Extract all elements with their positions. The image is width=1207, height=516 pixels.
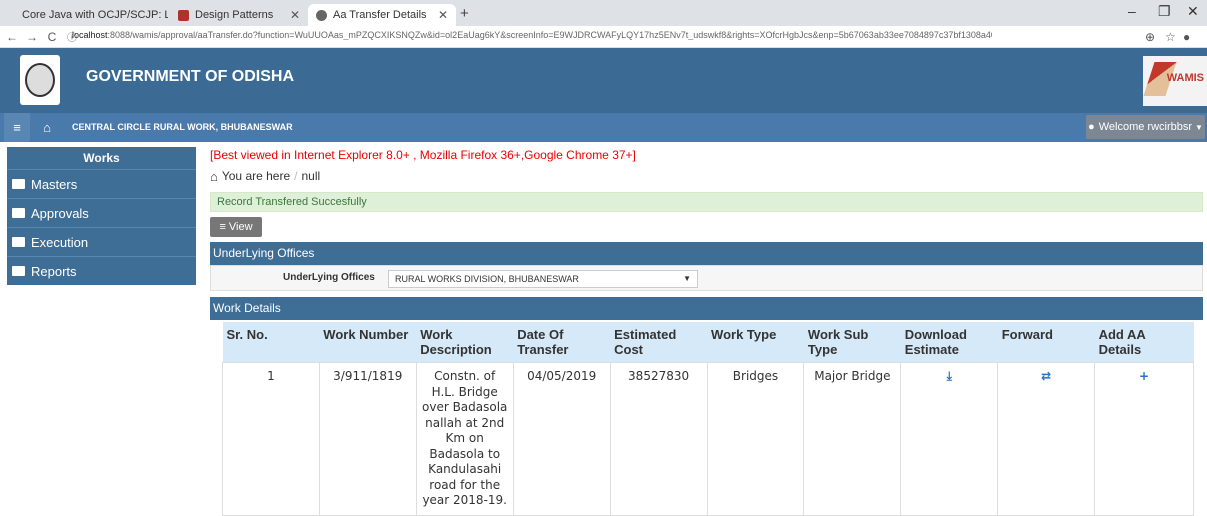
sidebar-item-reports[interactable]: Reports xyxy=(7,256,196,285)
sidebar-item-approvals[interactable]: Approvals xyxy=(7,198,196,227)
tab-title: Design Patterns xyxy=(195,9,274,21)
site-header: GOVERNMENT OF ODISHA WAMIS xyxy=(0,48,1207,113)
home-icon[interactable]: ⌂ xyxy=(34,113,60,142)
sidebar-item-label: Approvals xyxy=(31,205,89,221)
table-header-row: Sr. No. Work Number Work Description Dat… xyxy=(222,322,1194,363)
cell-sr-no: 1 xyxy=(222,362,320,516)
cell-work-type: Bridges xyxy=(706,362,805,516)
folder-icon xyxy=(12,237,25,247)
column-header: Download Estimate xyxy=(900,322,998,363)
folder-icon xyxy=(12,179,25,189)
odisha-emblem-logo xyxy=(20,55,60,105)
close-window-icon[interactable]: ✕ xyxy=(1187,3,1199,20)
cell-work-description: Constn. of H.L. Bridge over Badasola nal… xyxy=(415,362,514,516)
close-tab-icon[interactable]: ✕ xyxy=(438,8,448,22)
list-icon: ≡ xyxy=(219,221,226,233)
column-header: Work Sub Type xyxy=(803,322,901,363)
circle-name: CENTRAL CIRCLE RURAL WORK, BHUBANESWAR xyxy=(72,122,293,132)
sidebar-item-label: Masters xyxy=(31,176,78,192)
view-button[interactable]: ≡ View xyxy=(210,217,262,237)
design-patterns-favicon xyxy=(178,9,189,21)
menu-toggle-icon[interactable]: ≡ xyxy=(4,113,30,142)
work-details-table: Sr. No. Work Number Work Description Dat… xyxy=(222,322,1194,516)
forward-icon[interactable]: → xyxy=(24,30,40,44)
view-button-label: View xyxy=(228,221,253,233)
cell-work-number: 3/911/1819 xyxy=(318,362,417,516)
sidebar-item-masters[interactable]: Masters xyxy=(7,169,196,198)
site-title: GOVERNMENT OF ODISHA xyxy=(86,68,295,85)
profile-icon[interactable]: ● xyxy=(1183,30,1190,44)
underlying-offices-label: UnderLying Offices xyxy=(283,272,375,283)
sidebar-item-label: Execution xyxy=(31,234,89,250)
back-icon[interactable]: ← xyxy=(4,30,20,44)
cell-forward: ⇄ xyxy=(997,362,1096,516)
breadcrumb-separator: / xyxy=(294,169,298,183)
breadcrumb-current: null xyxy=(301,169,321,183)
cell-download-estimate: ⤓ xyxy=(900,362,999,516)
tab-title: Aa Transfer Details xyxy=(333,9,427,21)
top-navbar: ≡ ⌂ CENTRAL CIRCLE RURAL WORK, BHUBANESW… xyxy=(0,113,1207,142)
welcome-text: Welcome rwcirbbsr xyxy=(1098,121,1193,133)
column-header: Work Number xyxy=(319,322,417,363)
column-header: Work Description xyxy=(416,322,514,363)
breadcrumb: ⌂ You are here / null xyxy=(210,165,1203,187)
sidebar: Works Masters Approvals Execution Report… xyxy=(7,147,196,285)
underlying-offices-value: RURAL WORKS DIVISION, BHUBANESWAR xyxy=(395,274,579,284)
transfer-icon[interactable]: ⇄ xyxy=(1041,369,1051,383)
browser-tab-bar: Core Java with OCJP/SCJP: L ✕ Design Pat… xyxy=(0,0,1207,26)
cell-add-aa-details: + xyxy=(1094,362,1194,516)
minimize-icon[interactable]: – xyxy=(1128,3,1136,19)
user-icon: ● xyxy=(1088,121,1095,133)
download-icon[interactable]: ⤓ xyxy=(947,369,952,383)
cell-date-of-transfer: 04/05/2019 xyxy=(512,362,611,516)
column-header: Estimated Cost xyxy=(610,322,708,363)
home-icon: ⌂ xyxy=(210,168,218,184)
sidebar-item-label: Reports xyxy=(31,263,77,279)
cell-work-sub-type: Major Bridge xyxy=(803,362,902,516)
close-tab-icon[interactable]: ✕ xyxy=(290,8,300,22)
underlying-offices-panel-header: UnderLying Offices xyxy=(210,242,1203,265)
success-alert: Record Transfered Succesfully xyxy=(210,192,1203,212)
table-row: 1 3/911/1819 Constn. of H.L. Bridge over… xyxy=(222,362,1194,516)
star-icon[interactable]: ☆ xyxy=(1165,30,1176,44)
sidebar-item-execution[interactable]: Execution xyxy=(7,227,196,256)
work-details-panel-header: Work Details xyxy=(210,297,1203,320)
main-content: [Best viewed in Internet Explorer 8.0+ ,… xyxy=(210,147,1203,320)
folder-icon xyxy=(12,266,25,276)
reload-icon[interactable]: C xyxy=(44,30,60,44)
plus-icon[interactable]: + xyxy=(1139,369,1149,383)
globe-icon xyxy=(316,9,327,21)
column-header: Date Of Transfer xyxy=(513,322,611,363)
breadcrumb-prefix: You are here xyxy=(221,169,291,183)
chevron-down-icon: ▼ xyxy=(683,274,691,283)
sidebar-title: Works xyxy=(7,147,196,169)
cell-estimated-cost: 38527830 xyxy=(609,362,708,516)
underlying-offices-select[interactable]: RURAL WORKS DIVISION, BHUBANESWAR ▼ xyxy=(388,270,698,288)
underlying-offices-row: UnderLying Offices RURAL WORKS DIVISION,… xyxy=(210,265,1203,291)
url-path: :8088/wamis/approval/aaTransfer.do?funct… xyxy=(107,30,992,40)
tab-title: Core Java with OCJP/SCJP: L xyxy=(22,9,168,21)
browser-note: [Best viewed in Internet Explorer 8.0+ ,… xyxy=(210,148,636,162)
address-bar: ← → C ⓘ localhost:8088/wamis/approval/aa… xyxy=(0,26,1207,48)
zoom-icon[interactable]: ⊕ xyxy=(1145,30,1155,44)
folder-icon xyxy=(12,208,25,218)
column-header: Work Type xyxy=(707,322,804,363)
column-header: Add AA Details xyxy=(1094,322,1194,363)
url-field[interactable]: localhost:8088/wamis/approval/aaTransfer… xyxy=(72,30,992,40)
browser-tab[interactable]: Core Java with OCJP/SCJP: L ✕ xyxy=(8,4,168,26)
column-header: Forward xyxy=(997,322,1095,363)
chevron-down-icon: ▼ xyxy=(1195,122,1203,132)
browser-tab[interactable]: Design Patterns ✕ xyxy=(170,4,308,26)
user-menu-button[interactable]: ● Welcome rwcirbbsr ▼ xyxy=(1086,115,1205,139)
wamis-logo: WAMIS xyxy=(1143,56,1207,106)
url-host: localhost xyxy=(72,30,108,40)
restore-icon[interactable]: ❐ xyxy=(1158,3,1171,20)
browser-tab-active[interactable]: Aa Transfer Details ✕ xyxy=(308,4,456,26)
new-tab-icon[interactable]: + xyxy=(460,5,469,22)
column-header: Sr. No. xyxy=(222,322,320,363)
